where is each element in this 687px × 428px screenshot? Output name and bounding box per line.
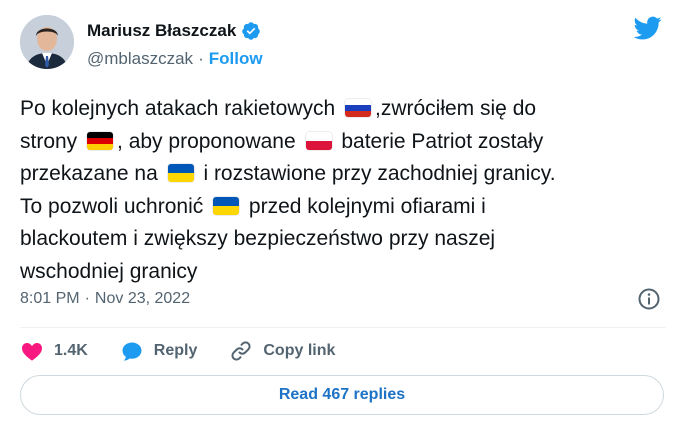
read-replies-label: Read 467 replies <box>278 386 406 403</box>
author-name-row: Mariusz Błaszczak <box>87 19 261 43</box>
handle-separator: · <box>198 49 204 68</box>
tweet-text-segment: i rozstawione przy zachodniej granicy. <box>197 162 556 185</box>
tweet-text-segment: Po kolejnych atakach rakietowych <box>20 97 341 120</box>
tweet-text-line: strony , aby proponowane baterie Patriot… <box>20 126 680 159</box>
tweet-text-segment: To pozwoli uchronić <box>20 194 210 218</box>
flag-ua-icon <box>167 164 194 183</box>
tweet-timestamp[interactable]: 8:01 PM · Nov 23, 2022 <box>20 288 190 310</box>
like-button[interactable]: 1.4K <box>20 339 88 363</box>
tweet-text-line: To pozwoli uchronić przed kolejnymi ofia… <box>20 191 680 224</box>
reply-bubble-icon <box>122 342 142 361</box>
tweet-text-line: blackoutem i zwiększy bezpieczeństwo prz… <box>20 223 680 256</box>
avatar[interactable] <box>20 15 74 69</box>
tweet-text-segment: strony <box>20 129 84 153</box>
flag-de-icon <box>87 131 114 150</box>
divider <box>20 327 666 328</box>
tweet-card: Mariusz Błaszczak @mblaszczak · Follow P… <box>0 0 687 428</box>
tweet-date: Nov 23, 2022 <box>94 290 191 307</box>
verified-badge-icon <box>242 22 261 40</box>
copy-link-label: Copy link <box>263 342 336 359</box>
reply-button[interactable]: Reply <box>120 339 198 363</box>
action-bar: 1.4K Reply Copy link <box>20 338 367 364</box>
tweet-text-segment: blackoutem i zwiększy bezpieczeństwo prz… <box>20 227 496 250</box>
follow-button[interactable]: Follow <box>209 49 263 69</box>
twitter-bird-icon[interactable] <box>632 14 664 42</box>
tweet-text-segment: przekazane na <box>20 162 164 185</box>
like-count: 1.4K <box>54 342 88 359</box>
tweet-text-line: przekazane na i rozstawione przy zachodn… <box>20 158 680 191</box>
tweet-text: Po kolejnych atakach rakietowych ,zwróci… <box>20 93 680 288</box>
tweet-text-segment: baterie Patriot zostały <box>335 129 544 153</box>
flag-pl-icon <box>305 131 332 150</box>
reply-label: Reply <box>153 342 198 359</box>
timestamp-separator: · <box>84 290 90 307</box>
author-handle-row: @mblaszczak · Follow <box>87 48 263 70</box>
tweet-text-segment: , aby proponowane <box>117 129 302 153</box>
read-replies-button[interactable]: Read 467 replies <box>20 375 664 415</box>
flag-ua-icon <box>213 196 240 215</box>
tweet-time: 8:01 PM <box>20 290 80 307</box>
tweet-text-segment: przed kolejnymi ofiarami i <box>243 194 486 218</box>
author-name[interactable]: Mariusz Błaszczak <box>87 21 236 41</box>
info-icon[interactable] <box>637 287 661 311</box>
tweet-text-line: Po kolejnych atakach rakietowych ,zwróci… <box>20 93 680 126</box>
tweet-text-segment: ,zwróciłem się do <box>375 97 537 120</box>
heart-icon <box>22 343 42 361</box>
tweet-text-segment: wschodniej granicy <box>20 259 198 283</box>
copy-link-button[interactable]: Copy link <box>229 339 335 363</box>
author-handle[interactable]: @mblaszczak <box>87 49 193 69</box>
tweet-text-line: wschodniej granicy <box>20 256 680 289</box>
link-icon <box>231 341 251 361</box>
flag-ru-icon <box>345 99 371 118</box>
